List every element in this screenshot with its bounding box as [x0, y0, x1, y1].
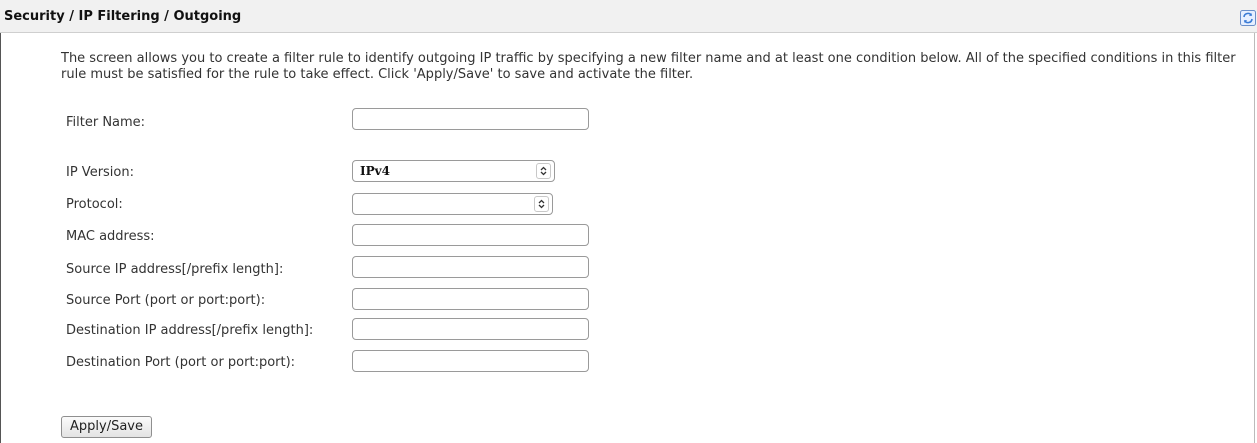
apply-save-button[interactable]: Apply/Save [61, 416, 152, 438]
protocol-label: Protocol: [66, 197, 123, 212]
source-ip-label: Source IP address[/prefix length]: [66, 262, 284, 277]
mac-address-input[interactable] [352, 224, 589, 246]
source-ip-input[interactable] [352, 256, 589, 278]
page-header: Security / IP Filtering / Outgoing [0, 0, 1257, 33]
ip-version-selected-value: IPv4 [360, 164, 390, 178]
select-arrows-icon [536, 163, 551, 179]
refresh-icon[interactable] [1240, 10, 1256, 26]
source-port-input[interactable] [352, 288, 589, 310]
mac-address-label: MAC address: [66, 229, 155, 244]
destination-port-input[interactable] [352, 350, 589, 372]
destination-ip-label: Destination IP address[/prefix length]: [66, 323, 314, 338]
destination-ip-input[interactable] [352, 318, 589, 340]
filter-name-input[interactable] [352, 108, 589, 130]
protocol-select[interactable] [352, 193, 553, 215]
page-title: Security / IP Filtering / Outgoing [4, 9, 242, 24]
filter-name-label: Filter Name: [66, 115, 146, 130]
destination-port-label: Destination Port (port or port:port): [66, 355, 296, 370]
select-arrows-icon [534, 196, 549, 212]
ip-version-label: IP Version: [66, 165, 134, 180]
intro-text: The screen allows you to create a filter… [61, 51, 1236, 82]
source-port-label: Source Port (port or port:port): [66, 293, 266, 308]
ip-version-select[interactable]: IPv4 [352, 160, 555, 182]
